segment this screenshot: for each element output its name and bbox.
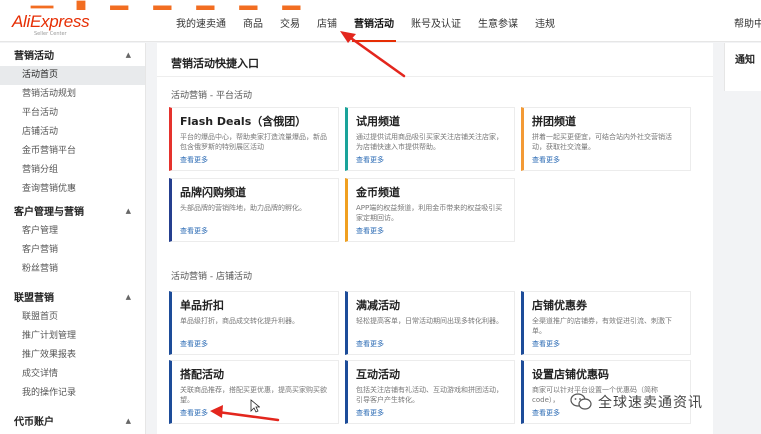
sidebar: 营销活动 ▲ 活动首页 营销活动规划 平台活动 店铺活动 金币营销平台 营销分组…: [0, 43, 146, 434]
sidebar-item-deal-details[interactable]: 成交详情: [0, 365, 145, 384]
sidebar-group-label: 联盟营销: [14, 293, 54, 304]
card-description: 拼着一起买更便宜，可结合站内外社交营销活动，获取社交流量。: [532, 133, 672, 151]
card-bundle-activity[interactable]: 搭配活动 关联商品推荐，搭配买更优惠，提高买家购买欲望。 查看更多: [169, 360, 339, 424]
sidebar-item-effect-report[interactable]: 推广效果报表: [0, 346, 145, 365]
sidebar-group-label: 代币账户: [14, 417, 54, 428]
nav-marketing[interactable]: 营销活动: [352, 15, 396, 42]
caret-up-icon: ▲: [125, 292, 131, 301]
sidebar-group-marketing[interactable]: 营销活动 ▲: [0, 43, 145, 66]
sidebar-item-operation-log[interactable]: 我的操作记录: [0, 384, 145, 403]
card-title: Flash Deals（含俄团）: [180, 115, 307, 128]
card-group-buy-channel[interactable]: 拼团频道 拼着一起买更便宜，可结合站内外社交营销活动，获取社交流量。 查看更多: [521, 107, 691, 171]
view-more-link[interactable]: 查看更多: [356, 408, 384, 418]
caret-up-icon: ▲: [125, 206, 131, 215]
card-brand-flash-channel[interactable]: 品牌闪购频道 头部品牌的营销阵地，助力品牌的孵化。 查看更多: [169, 178, 339, 242]
view-more-link[interactable]: 查看更多: [532, 339, 560, 349]
sidebar-group-label: 客户管理与营销: [14, 207, 84, 218]
card-coin-channel[interactable]: 金币频道 APP端的权益频道，利用金币带来的权益吸引买家定期回访。 查看更多: [345, 178, 515, 242]
sidebar-item-customer-marketing[interactable]: 客户营销: [0, 241, 145, 260]
view-more-link[interactable]: 查看更多: [356, 339, 384, 349]
top-header: AliExpress Seller Center 我的速卖通 商品 交易 店铺 …: [0, 0, 761, 42]
watermark: 全球速卖通资讯: [570, 392, 703, 412]
notification-panel: 通知: [724, 43, 761, 91]
nav-transactions[interactable]: 交易: [280, 15, 300, 30]
nav-violations[interactable]: 违规: [535, 15, 555, 30]
store-section-label: 活动营销 - 店铺活动: [171, 272, 252, 282]
card-title: 品牌闪购频道: [180, 186, 246, 199]
card-description: 全渠道推广的店铺券，有效促进引流、刺激下单。: [532, 317, 672, 335]
caret-up-icon: ▲: [125, 50, 131, 59]
card-title: 满减活动: [356, 299, 400, 312]
mouse-pointer-icon: [250, 399, 260, 413]
sidebar-group-label: 营销活动: [14, 51, 54, 62]
card-full-reduction[interactable]: 满减活动 轻松提高客单，日常活动期间出现多转化利器。 查看更多: [345, 291, 515, 355]
notification-title: 通知: [735, 55, 755, 66]
nav-business-advisor[interactable]: 生意参谋: [478, 15, 518, 30]
logo-text: AliExpress: [12, 12, 90, 31]
caret-up-icon: ▲: [125, 416, 131, 425]
watermark-text: 全球速卖通资讯: [598, 395, 703, 411]
view-more-link[interactable]: 查看更多: [180, 226, 208, 236]
card-description: 包括关注店铺有礼活动、互动游戏和拼团活动，引导客户产生转化。: [356, 386, 503, 404]
card-description: 轻松提高客单，日常活动期间出现多转化利器。: [356, 317, 503, 325]
card-title: 金币频道: [356, 186, 400, 199]
wechat-icon: [570, 393, 592, 410]
main-panel: 营销活动快捷入口 活动营销 - 平台活动 Flash Deals（含俄团） 平台…: [157, 43, 713, 434]
sidebar-item-affiliate-home[interactable]: 联盟首页: [0, 308, 145, 327]
view-more-link[interactable]: 查看更多: [532, 408, 560, 418]
card-description: 头部品牌的营销阵地，助力品牌的孵化。: [180, 204, 306, 212]
sidebar-item-marketing-groups[interactable]: 营销分组: [0, 161, 145, 180]
card-title: 试用频道: [356, 115, 400, 128]
view-more-link[interactable]: 查看更多: [356, 226, 384, 236]
top-nav: 我的速卖通 商品 交易 店铺 营销活动 账号及认证 生意参谋 违规: [176, 15, 555, 42]
card-flash-deals[interactable]: Flash Deals（含俄团） 平台的爆品中心，帮助卖家打造流量爆品，新品包含…: [169, 107, 339, 171]
card-description: APP端的权益频道，利用金币带来的权益吸引买家定期回访。: [356, 204, 503, 222]
view-more-link[interactable]: 查看更多: [180, 155, 208, 165]
card-description: 单品级打折，商品成交转化提升利器。: [180, 317, 299, 325]
divider: [157, 76, 713, 77]
sidebar-item-activity-plan[interactable]: 营销活动规划: [0, 85, 145, 104]
help-link[interactable]: 帮助中: [734, 15, 761, 30]
nav-products[interactable]: 商品: [243, 15, 263, 30]
platform-section-label: 活动营销 - 平台活动: [171, 91, 252, 101]
nav-my-aliexpress[interactable]: 我的速卖通: [176, 15, 226, 30]
card-title: 单品折扣: [180, 299, 224, 312]
sidebar-item-coin-platform[interactable]: 金币营销平台: [0, 142, 145, 161]
card-single-discount[interactable]: 单品折扣 单品级打折，商品成交转化提升利器。 查看更多: [169, 291, 339, 355]
aliexpress-logo[interactable]: AliExpress Seller Center: [12, 12, 90, 37]
card-title: 拼团频道: [532, 115, 576, 128]
sidebar-item-store-activity[interactable]: 店铺活动: [0, 123, 145, 142]
card-title: 搭配活动: [180, 368, 224, 381]
card-trial-channel[interactable]: 试用频道 通过提供试用商品吸引买家关注店铺关注店家，为店铺快速入市提供帮助。 查…: [345, 107, 515, 171]
card-store-coupon[interactable]: 店铺优惠券 全渠道推广的店铺券，有效促进引流、刺激下单。 查看更多: [521, 291, 691, 355]
sidebar-item-activity-home[interactable]: 活动首页: [0, 66, 145, 85]
card-interactive-activity[interactable]: 互动活动 包括关注店铺有礼活动、互动游戏和拼团活动，引导客户产生转化。 查看更多: [345, 360, 515, 424]
card-description: 平台的爆品中心，帮助卖家打造流量爆品，新品包含俄罗斯的特别展区活动: [180, 133, 327, 151]
page-title: 营销活动快捷入口: [171, 57, 259, 70]
view-more-link[interactable]: 查看更多: [356, 155, 384, 165]
view-more-link[interactable]: 查看更多: [532, 155, 560, 165]
sidebar-item-query-discounts[interactable]: 查询营销优惠: [0, 180, 145, 199]
sidebar-item-plan-management[interactable]: 推广计划管理: [0, 327, 145, 346]
sidebar-item-customer-management[interactable]: 客户管理: [0, 222, 145, 241]
sidebar-group-token-account[interactable]: 代币账户 ▲: [0, 409, 145, 432]
sidebar-item-platform-activity[interactable]: 平台活动: [0, 104, 145, 123]
logo-subtitle: Seller Center: [34, 31, 67, 37]
sidebar-group-customer[interactable]: 客户管理与营销 ▲: [0, 199, 145, 222]
card-title: 设置店铺优惠码: [532, 368, 609, 381]
sidebar-group-affiliate[interactable]: 联盟营销 ▲: [0, 285, 145, 308]
view-more-link[interactable]: 查看更多: [180, 408, 208, 418]
card-title: 店铺优惠券: [532, 299, 587, 312]
card-title: 互动活动: [356, 368, 400, 381]
nav-store[interactable]: 店铺: [317, 15, 337, 30]
sidebar-item-fan-marketing[interactable]: 粉丝营销: [0, 260, 145, 279]
view-more-link[interactable]: 查看更多: [180, 339, 208, 349]
card-description: 通过提供试用商品吸引买家关注店铺关注店家，为店铺快速入市提供帮助。: [356, 133, 503, 151]
nav-account[interactable]: 账号及认证: [411, 15, 461, 30]
